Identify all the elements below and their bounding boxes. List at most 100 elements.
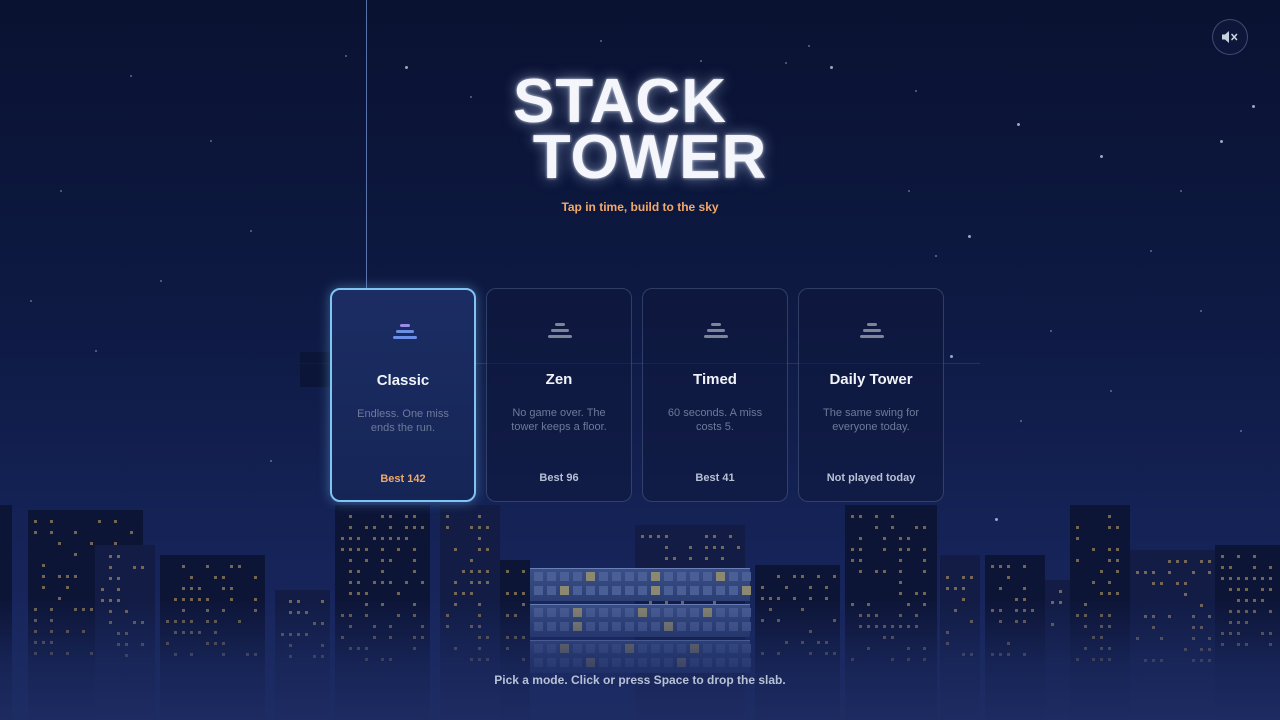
building-window [785, 586, 788, 589]
building-window [230, 565, 233, 568]
building-window [954, 587, 957, 590]
building-window [357, 592, 360, 595]
slab-window [547, 572, 556, 581]
mode-card-timed[interactable]: Timed 60 seconds. A miss costs 5. Best 4… [642, 288, 788, 502]
slab-window [677, 586, 686, 595]
mode-name: Daily Tower [829, 371, 913, 388]
slab-window [560, 572, 569, 581]
building-window [1108, 548, 1111, 551]
title-line-2: TOWER [532, 123, 768, 192]
building-window [1261, 577, 1264, 580]
building-window [349, 570, 352, 573]
building-window [1200, 560, 1203, 563]
building-window [1221, 566, 1224, 569]
slab-window [690, 586, 699, 595]
building-window [713, 535, 716, 538]
building-window [1229, 577, 1232, 580]
building-window [859, 537, 862, 540]
building-window [833, 575, 836, 578]
building-window [486, 526, 489, 529]
mode-description: Endless. One miss ends the run. [357, 408, 449, 434]
building-window [649, 535, 652, 538]
slab-window [690, 572, 699, 581]
building-window [98, 520, 101, 523]
building-window [1023, 587, 1026, 590]
building-window [222, 587, 225, 590]
building-window [1253, 555, 1256, 558]
building-window [907, 537, 910, 540]
building-window [1092, 548, 1095, 551]
building-window [397, 592, 400, 595]
mode-selector: Classic Endless. One miss ends the run. … [330, 288, 944, 502]
building-window [1168, 560, 1171, 563]
building-window [1269, 577, 1272, 580]
building-window [1108, 592, 1111, 595]
building-window [1152, 571, 1155, 574]
building-window [1116, 570, 1119, 573]
building-window [206, 565, 209, 568]
building-window [801, 575, 804, 578]
building-window [373, 537, 376, 540]
building-window [1184, 582, 1187, 585]
building-window [462, 570, 465, 573]
building-window [413, 526, 416, 529]
stack-icon [548, 323, 572, 343]
mode-name: Classic [376, 372, 430, 389]
building-window [1229, 588, 1232, 591]
building-window [478, 537, 481, 540]
building-window [1007, 565, 1010, 568]
building-window [999, 565, 1002, 568]
building-window [907, 548, 910, 551]
building-window [522, 570, 525, 573]
building-window [130, 531, 133, 534]
building-window [851, 559, 854, 562]
building-window [462, 592, 465, 595]
building-window [1023, 565, 1026, 568]
mode-card-classic[interactable]: Classic Endless. One miss ends the run. … [330, 288, 476, 502]
building-window [478, 526, 481, 529]
building-window [74, 531, 77, 534]
building-window [357, 570, 360, 573]
slab-window [599, 572, 608, 581]
building-window [381, 548, 384, 551]
slab-window [599, 586, 608, 595]
building-window [851, 515, 854, 518]
building-window [1076, 559, 1079, 562]
slab-window [547, 586, 556, 595]
slab-window [573, 586, 582, 595]
building-window [389, 537, 392, 540]
building-window [1192, 571, 1195, 574]
building-window [946, 587, 949, 590]
slab-window [534, 572, 543, 581]
building-window [657, 535, 660, 538]
building-window [381, 581, 384, 584]
building-window [1152, 582, 1155, 585]
stack-icon [704, 323, 728, 343]
building-window [1108, 581, 1111, 584]
building-window [421, 581, 424, 584]
building-window [705, 557, 708, 560]
building-window [109, 555, 112, 558]
slab-window [716, 572, 725, 581]
mode-card-zen[interactable]: Zen No game over. The tower keeps a floo… [486, 288, 632, 502]
building-window [1108, 526, 1111, 529]
mute-button[interactable] [1212, 19, 1248, 55]
building-window [413, 559, 416, 562]
building-window [470, 581, 473, 584]
building-window [454, 592, 457, 595]
building-window [470, 526, 473, 529]
building-window [42, 575, 45, 578]
building-window [859, 515, 862, 518]
building-window [883, 570, 886, 573]
building-window [222, 576, 225, 579]
building-window [737, 546, 740, 549]
building-window [817, 575, 820, 578]
building-window [705, 546, 708, 549]
building-window [999, 587, 1002, 590]
slab-window [625, 572, 634, 581]
building-window [991, 565, 994, 568]
mode-card-daily-tower[interactable]: Daily Tower The same swing for everyone … [798, 288, 944, 502]
building-window [349, 592, 352, 595]
slab-window [677, 572, 686, 581]
building-window [506, 592, 509, 595]
